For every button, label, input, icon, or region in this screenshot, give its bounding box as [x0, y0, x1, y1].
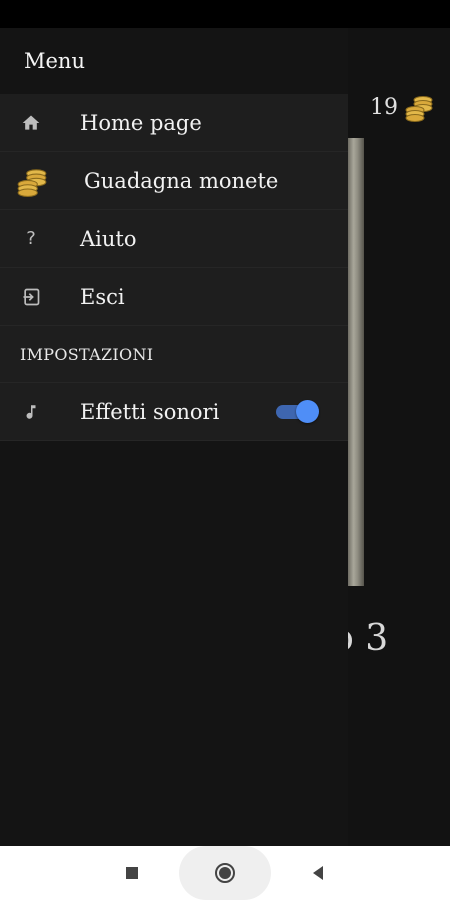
coins-icon: [16, 165, 48, 197]
menu-item-label: Home page: [80, 110, 202, 135]
menu-item-help[interactable]: ? Aiuto: [0, 210, 348, 268]
menu-item-home[interactable]: Home page: [0, 94, 348, 152]
menu-item-exit[interactable]: Esci: [0, 268, 348, 326]
coins-icon: [405, 96, 433, 122]
menu-item-label: Guadagna monete: [84, 168, 279, 193]
back-button[interactable]: [298, 846, 338, 900]
drawer-menu: Home page Guadagna monete ? Aiuto Esci I…: [0, 94, 348, 441]
settings-section-header: IMPOSTAZIONI: [0, 326, 348, 383]
recents-button[interactable]: [112, 846, 152, 900]
back-icon: [313, 866, 323, 880]
system-navigation-bar: [0, 846, 450, 900]
coin-count-value: 19: [370, 94, 398, 120]
home-icon: [215, 863, 235, 883]
coin-counter: 19: [370, 92, 434, 122]
menu-item-label: Esci: [80, 284, 125, 309]
exit-icon: [18, 284, 44, 310]
level-title: Livello 3: [330, 618, 389, 659]
navigation-drawer: Menu Home page Guadagna monete ? Aiuto E…: [0, 28, 348, 846]
drawer-title: Menu: [24, 49, 85, 73]
status-bar: [0, 0, 450, 28]
level-image: [348, 138, 364, 586]
menu-item-label: Aiuto: [80, 226, 137, 251]
home-icon: [18, 110, 44, 136]
music-note-icon: [18, 399, 44, 425]
sound-effects-toggle[interactable]: [276, 400, 319, 423]
home-button[interactable]: [205, 846, 245, 900]
help-icon: ?: [26, 228, 36, 249]
menu-item-earn-coins[interactable]: Guadagna monete: [0, 152, 348, 210]
setting-sound-effects[interactable]: Effetti sonori: [0, 383, 348, 441]
setting-label: Effetti sonori: [80, 399, 220, 424]
toggle-thumb: [296, 400, 319, 423]
recents-icon: [126, 867, 138, 879]
